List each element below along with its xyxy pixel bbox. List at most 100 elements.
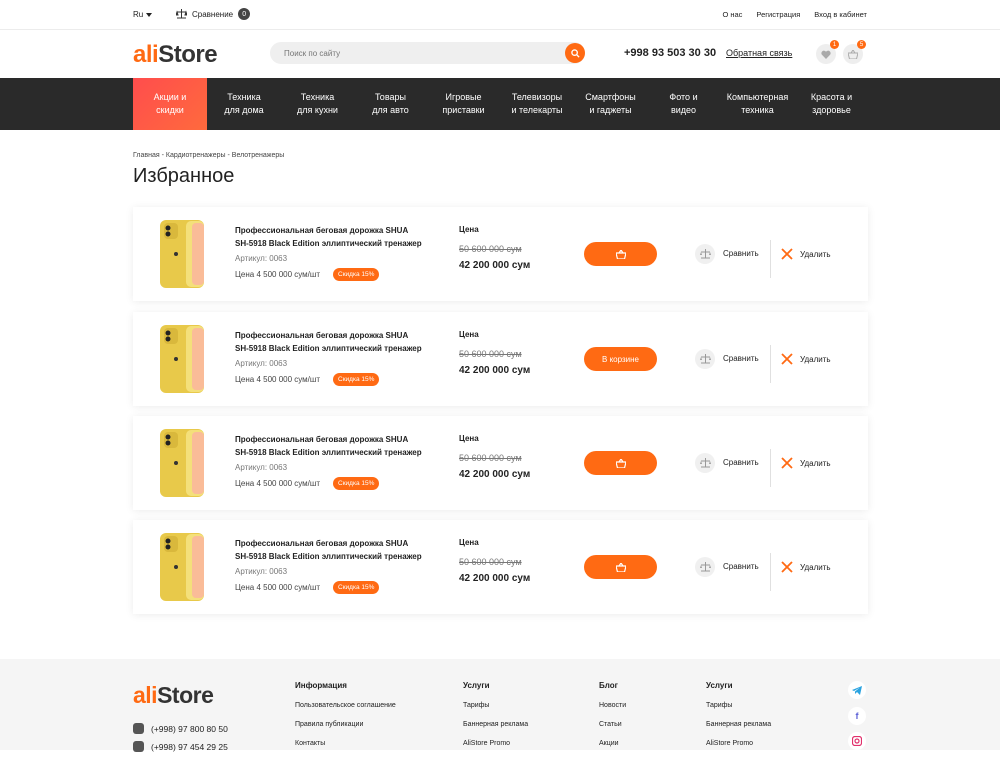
callback-link[interactable]: Обратная связь — [726, 48, 792, 58]
compare-button[interactable] — [695, 557, 715, 577]
add-to-cart-button[interactable] — [584, 242, 657, 266]
nav-item-smartphones[interactable]: Смартфоны и гаджеты — [574, 78, 647, 130]
new-price: 42 200 000 сум — [459, 260, 531, 271]
search-input[interactable] — [270, 42, 585, 64]
favorites-count-badge: 1 — [830, 40, 839, 49]
old-price: 50 600 000 сум — [459, 349, 522, 359]
product-image[interactable] — [156, 428, 208, 498]
breadcrumb[interactable]: Главная - Кардиотренажеры - Велотренажер… — [133, 152, 284, 159]
close-icon[interactable] — [780, 560, 794, 574]
compare-button[interactable] — [695, 453, 715, 473]
product-unit-price: Цена 4 500 000 сум/шт — [235, 583, 320, 592]
product-title-line: Профессиональная беговая дорожка SHUA — [235, 435, 409, 444]
nav-item-beauty[interactable]: Красота и здоровье — [795, 78, 868, 130]
search-button[interactable] — [565, 43, 585, 63]
delete-label[interactable]: Удалить — [800, 563, 831, 572]
basket-icon — [615, 562, 626, 572]
close-icon[interactable] — [780, 456, 794, 470]
footer-link[interactable]: Баннерная реклама — [463, 721, 528, 730]
compare-link[interactable]: Сравнение 0 — [176, 8, 251, 20]
footer-link[interactable]: Пользовательское соглашение — [295, 702, 396, 711]
product-title[interactable]: Профессиональная беговая дорожка SHUA SH… — [235, 224, 435, 250]
logo[interactable]: aliStore — [133, 41, 218, 68]
delete-label[interactable]: Удалить — [800, 459, 831, 468]
footer-link[interactable]: Статьи — [599, 721, 626, 730]
footer-link[interactable]: Новости — [599, 702, 626, 711]
nav-item-tv[interactable]: Телевизоры и телекарты — [500, 78, 574, 130]
telegram-link[interactable] — [848, 681, 866, 699]
product-title[interactable]: Профессиональная беговая дорожка SHUA SH… — [235, 329, 435, 355]
about-link[interactable]: О нас — [722, 10, 742, 19]
favorites-button[interactable]: 1 — [816, 40, 839, 64]
price-label: Цена — [459, 330, 479, 339]
footer-link[interactable]: Тарифы — [706, 702, 771, 711]
cart-button[interactable]: 5 — [843, 40, 866, 64]
footer-link[interactable]: AliStore Promo — [706, 740, 771, 749]
facebook-icon: f — [855, 711, 859, 721]
instagram-icon — [852, 736, 862, 746]
nav-item-auto[interactable]: Товары для авто — [354, 78, 427, 130]
product-title[interactable]: Профессиональная беговая дорожка SHUA SH… — [235, 433, 435, 459]
scales-icon — [699, 354, 711, 364]
nav-item-sales[interactable]: Акции и скидки — [133, 78, 207, 130]
delete-label[interactable]: Удалить — [800, 355, 831, 364]
compare-label[interactable]: Сравнить — [723, 458, 759, 467]
footer-link[interactable]: Контакты — [295, 740, 396, 749]
nav-item-home-appliances[interactable]: Техника для дома — [207, 78, 281, 130]
logo-part-store: Store — [157, 682, 214, 708]
footer-column-heading: Информация — [295, 681, 347, 690]
product-title[interactable]: Профессиональная беговая дорожка SHUA SH… — [235, 537, 435, 563]
footer-phone-2[interactable]: (+998) 97 454 29 25 — [133, 741, 228, 752]
nav-item-label: Телевизоры — [511, 92, 563, 102]
footer-link[interactable]: Тарифы — [463, 702, 528, 711]
nav-item-label: для дома — [224, 105, 264, 115]
nav-item-computers[interactable]: Компьютерная техника — [720, 78, 795, 130]
login-link[interactable]: Вход в кабинет — [814, 10, 867, 19]
nav-item-consoles[interactable]: Игровые приставки — [427, 78, 500, 130]
nav-item-label: Техника — [227, 92, 261, 102]
compare-label[interactable]: Сравнить — [723, 354, 759, 363]
product-image[interactable] — [156, 324, 208, 394]
language-selector[interactable]: Ru — [133, 10, 153, 19]
add-to-cart-button[interactable] — [584, 555, 657, 579]
footer-link[interactable]: Правила публикации — [295, 721, 396, 730]
compare-label[interactable]: Сравнить — [723, 562, 759, 571]
register-link[interactable]: Регистрация — [756, 10, 800, 19]
nav-item-label: Акции и — [153, 92, 187, 102]
product-title-line: Профессиональная беговая дорожка SHUA — [235, 226, 409, 235]
close-icon[interactable] — [780, 352, 794, 366]
nav-item-label: скидки — [156, 105, 184, 115]
compare-button[interactable] — [695, 244, 715, 264]
delete-label[interactable]: Удалить — [800, 250, 831, 259]
logo-part-ali: ali — [133, 41, 159, 68]
product-title-line: SH-5918 Black Edition эллиптический трен… — [235, 448, 422, 457]
footer-link[interactable]: Баннерная реклама — [706, 721, 771, 730]
product-title-line: Профессиональная беговая дорожка SHUA — [235, 539, 409, 548]
scales-icon — [699, 249, 711, 259]
header-phone[interactable]: +998 93 503 30 30 — [624, 47, 716, 59]
nav-item-label: видео — [670, 105, 697, 115]
compare-button[interactable] — [695, 349, 715, 369]
product-image[interactable] — [156, 219, 208, 289]
footer-phone-1[interactable]: (+998) 97 800 80 50 — [133, 723, 228, 734]
footer-column-heading: Блог — [599, 681, 618, 690]
footer-logo[interactable]: aliStore — [133, 682, 214, 708]
add-to-cart-button[interactable]: В корзине — [584, 347, 657, 371]
close-icon[interactable] — [780, 247, 794, 261]
scales-icon — [176, 9, 187, 19]
compare-label[interactable]: Сравнить — [723, 249, 759, 258]
instagram-link[interactable] — [848, 732, 866, 750]
nav-item-kitchen-appliances[interactable]: Техника для кухни — [281, 78, 354, 130]
footer-column-heading: Услуги — [706, 681, 733, 690]
nav-item-photo-video[interactable]: Фото и видео — [647, 78, 720, 130]
add-to-cart-button[interactable] — [584, 451, 657, 475]
product-image[interactable] — [156, 532, 208, 602]
basket-icon — [615, 458, 626, 468]
footer-link[interactable]: Акции — [599, 740, 626, 749]
product-card: Профессиональная беговая дорожка SHUA SH… — [133, 312, 868, 406]
facebook-link[interactable]: f — [848, 707, 866, 725]
footer-column-blog: Блог Новости Статьи Акции — [599, 681, 626, 759]
footer-link[interactable]: AliStore Promo — [463, 740, 528, 749]
compare-count-badge: 0 — [238, 8, 251, 20]
discount-badge: Скидка 15% — [333, 581, 380, 594]
